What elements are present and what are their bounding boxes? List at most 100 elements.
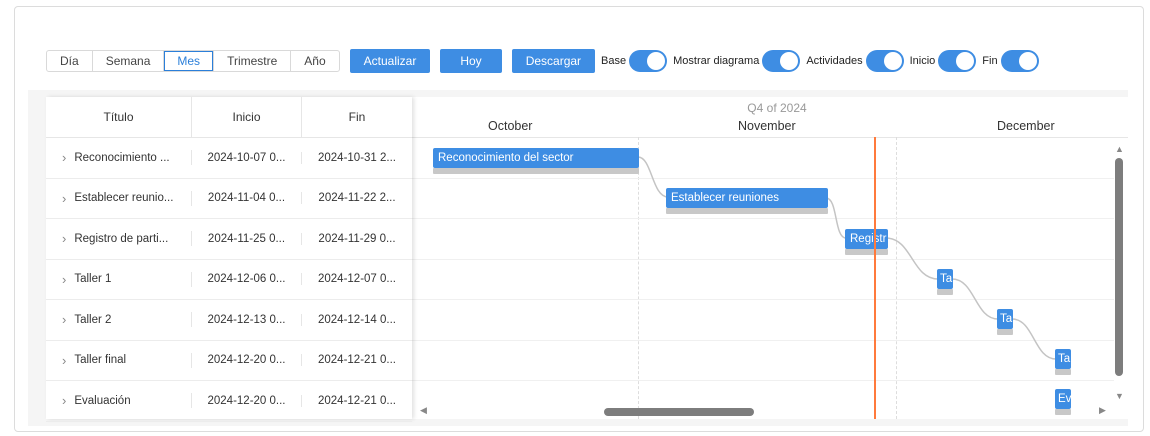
- chevron-right-icon[interactable]: ›: [62, 393, 66, 408]
- chevron-right-icon[interactable]: ›: [62, 353, 66, 368]
- task-end: 2024-10-31 2...: [317, 151, 396, 164]
- toolbar: Día Semana Mes Trimestre Año Actualizar …: [46, 49, 1039, 73]
- task-start: 2024-12-13 0...: [192, 313, 302, 326]
- vertical-scroll-thumb[interactable]: [1115, 158, 1123, 376]
- task-bar-reconocimiento[interactable]: Reconocimiento del sector: [433, 148, 639, 168]
- scroll-right-icon[interactable]: ▶: [1099, 405, 1106, 416]
- task-bar-taller-2[interactable]: Ta: [997, 309, 1013, 329]
- chevron-right-icon[interactable]: ›: [62, 150, 66, 165]
- scroll-down-icon[interactable]: ▼: [1115, 391, 1124, 401]
- toggle-actividades-switch[interactable]: [865, 50, 904, 72]
- scroll-up-icon[interactable]: ▲: [1115, 144, 1124, 154]
- view-quarter-button[interactable]: Trimestre: [214, 51, 292, 71]
- chevron-right-icon[interactable]: ›: [62, 191, 66, 206]
- task-title: Establecer reunio...: [74, 192, 174, 205]
- task-title-cell: › Taller final: [46, 352, 192, 368]
- dependency-link: [825, 197, 847, 239]
- toggle-mostrar-diagrama-switch[interactable]: [762, 50, 801, 72]
- task-title-cell: › Reconocimiento ...: [46, 150, 192, 166]
- switch-knob: [956, 52, 975, 70]
- hoy-button[interactable]: Hoy: [440, 49, 502, 73]
- task-title: Taller 2: [74, 313, 112, 326]
- task-start: 2024-11-04 0...: [192, 192, 302, 205]
- task-title-cell: › Registro de parti...: [46, 231, 192, 247]
- grid-header: Título Inicio Fin: [46, 97, 412, 138]
- chevron-right-icon[interactable]: ›: [62, 312, 66, 327]
- switch-knob: [883, 52, 902, 70]
- task-bar-evaluacion[interactable]: Ev: [1055, 389, 1071, 409]
- header-fin[interactable]: Fin: [302, 97, 412, 137]
- table-row[interactable]: › Evaluación 2024-12-20 0... 2024-12-21 0…: [46, 381, 412, 422]
- task-start: 2024-10-07 0...: [192, 151, 302, 164]
- table-row[interactable]: › Establecer reunio... 2024-11-04 0... 20…: [46, 179, 412, 219]
- toggle-base-switch[interactable]: [629, 50, 668, 72]
- toggle-inicio-switch[interactable]: [938, 50, 977, 72]
- task-title-cell: › Taller 2: [46, 312, 192, 328]
- task-title: Registro de parti...: [74, 232, 169, 245]
- toggle-actividades: Actividades: [806, 50, 904, 72]
- chevron-right-icon[interactable]: ›: [62, 231, 66, 246]
- toggle-fin: Fin: [982, 50, 1039, 72]
- chevron-right-icon[interactable]: ›: [62, 272, 66, 287]
- task-end: 2024-12-21 0...: [317, 354, 396, 367]
- view-year-button[interactable]: Año: [291, 51, 338, 71]
- horizontal-scroll-thumb[interactable]: [604, 408, 754, 416]
- dependency-link: [1011, 318, 1057, 360]
- task-end: 2024-12-14 0...: [317, 313, 396, 326]
- task-start: 2024-12-20 0...: [192, 354, 302, 367]
- toggle-inicio-label: Inicio: [909, 55, 936, 67]
- task-start: 2024-12-20 0...: [192, 394, 302, 407]
- baseline-bar: [1055, 369, 1071, 375]
- toggle-fin-label: Fin: [982, 55, 998, 67]
- view-week-button[interactable]: Semana: [93, 51, 165, 71]
- baseline-bar: [845, 249, 888, 255]
- task-end: 2024-11-29 0...: [318, 232, 396, 245]
- descargar-button[interactable]: Descargar: [511, 49, 596, 73]
- task-start: 2024-11-25 0...: [192, 232, 302, 245]
- view-month-button[interactable]: Mes: [164, 51, 215, 71]
- baseline-bar: [997, 329, 1013, 335]
- today-marker: [874, 137, 876, 419]
- task-grid: Título Inicio Fin › Reconocimiento ... 20…: [46, 97, 412, 422]
- switch-knob: [1018, 52, 1037, 70]
- task-title-cell: › Taller 1: [46, 271, 192, 287]
- toggle-base: Base: [601, 50, 668, 72]
- dependency-link: [951, 278, 999, 320]
- toggle-fin-switch[interactable]: [1000, 50, 1039, 72]
- task-bar-establecer-reuniones[interactable]: Establecer reuniones: [666, 188, 828, 208]
- toggle-base-label: Base: [601, 55, 627, 67]
- header-titulo[interactable]: Título: [46, 97, 192, 137]
- table-row[interactable]: › Taller 1 2024-12-06 0... 2024-12-07 0..…: [46, 260, 412, 300]
- dependency-links: [637, 156, 1057, 360]
- timeline-chart: Q4 of 2024 October November December Rec…: [412, 97, 1128, 419]
- toggle-mostrar-diagrama-label: Mostrar diagrama: [673, 55, 760, 67]
- table-row[interactable]: › Taller final 2024-12-20 0... 2024-12-21…: [46, 341, 412, 381]
- table-row[interactable]: › Taller 2 2024-12-13 0... 2024-12-14 0..…: [46, 300, 412, 341]
- baseline-bar: [937, 289, 953, 295]
- actualizar-button[interactable]: Actualizar: [349, 49, 431, 73]
- dependency-link: [637, 156, 669, 198]
- task-title: Taller 1: [74, 273, 112, 286]
- baseline-bar: [1055, 409, 1071, 415]
- task-end: 2024-12-21 0...: [317, 394, 396, 407]
- view-switcher: Día Semana Mes Trimestre Año: [46, 50, 340, 72]
- task-start: 2024-12-06 0...: [192, 273, 302, 286]
- switch-knob: [647, 52, 666, 70]
- header-inicio[interactable]: Inicio: [192, 97, 302, 137]
- task-title: Evaluación: [74, 394, 131, 407]
- dependency-link: [885, 237, 939, 280]
- toggle-actividades-label: Actividades: [806, 55, 863, 67]
- task-title-cell: › Evaluación: [46, 393, 192, 409]
- task-bar-registro[interactable]: Registr: [845, 229, 888, 249]
- scroll-left-icon[interactable]: ◀: [420, 405, 427, 416]
- table-row[interactable]: › Reconocimiento ... 2024-10-07 0... 2024…: [46, 138, 412, 179]
- task-end: 2024-12-07 0...: [317, 273, 396, 286]
- switch-knob: [780, 52, 799, 70]
- view-day-button[interactable]: Día: [47, 51, 93, 71]
- toggle-inicio: Inicio: [910, 50, 977, 72]
- task-bar-taller-1[interactable]: Ta: [937, 269, 953, 289]
- table-row[interactable]: › Registro de parti... 2024-11-25 0... 20…: [46, 219, 412, 260]
- task-bar-taller-final[interactable]: Ta: [1055, 349, 1071, 369]
- task-title: Reconocimiento ...: [74, 151, 170, 164]
- toggle-mostrar-diagrama: Mostrar diagrama: [673, 50, 801, 72]
